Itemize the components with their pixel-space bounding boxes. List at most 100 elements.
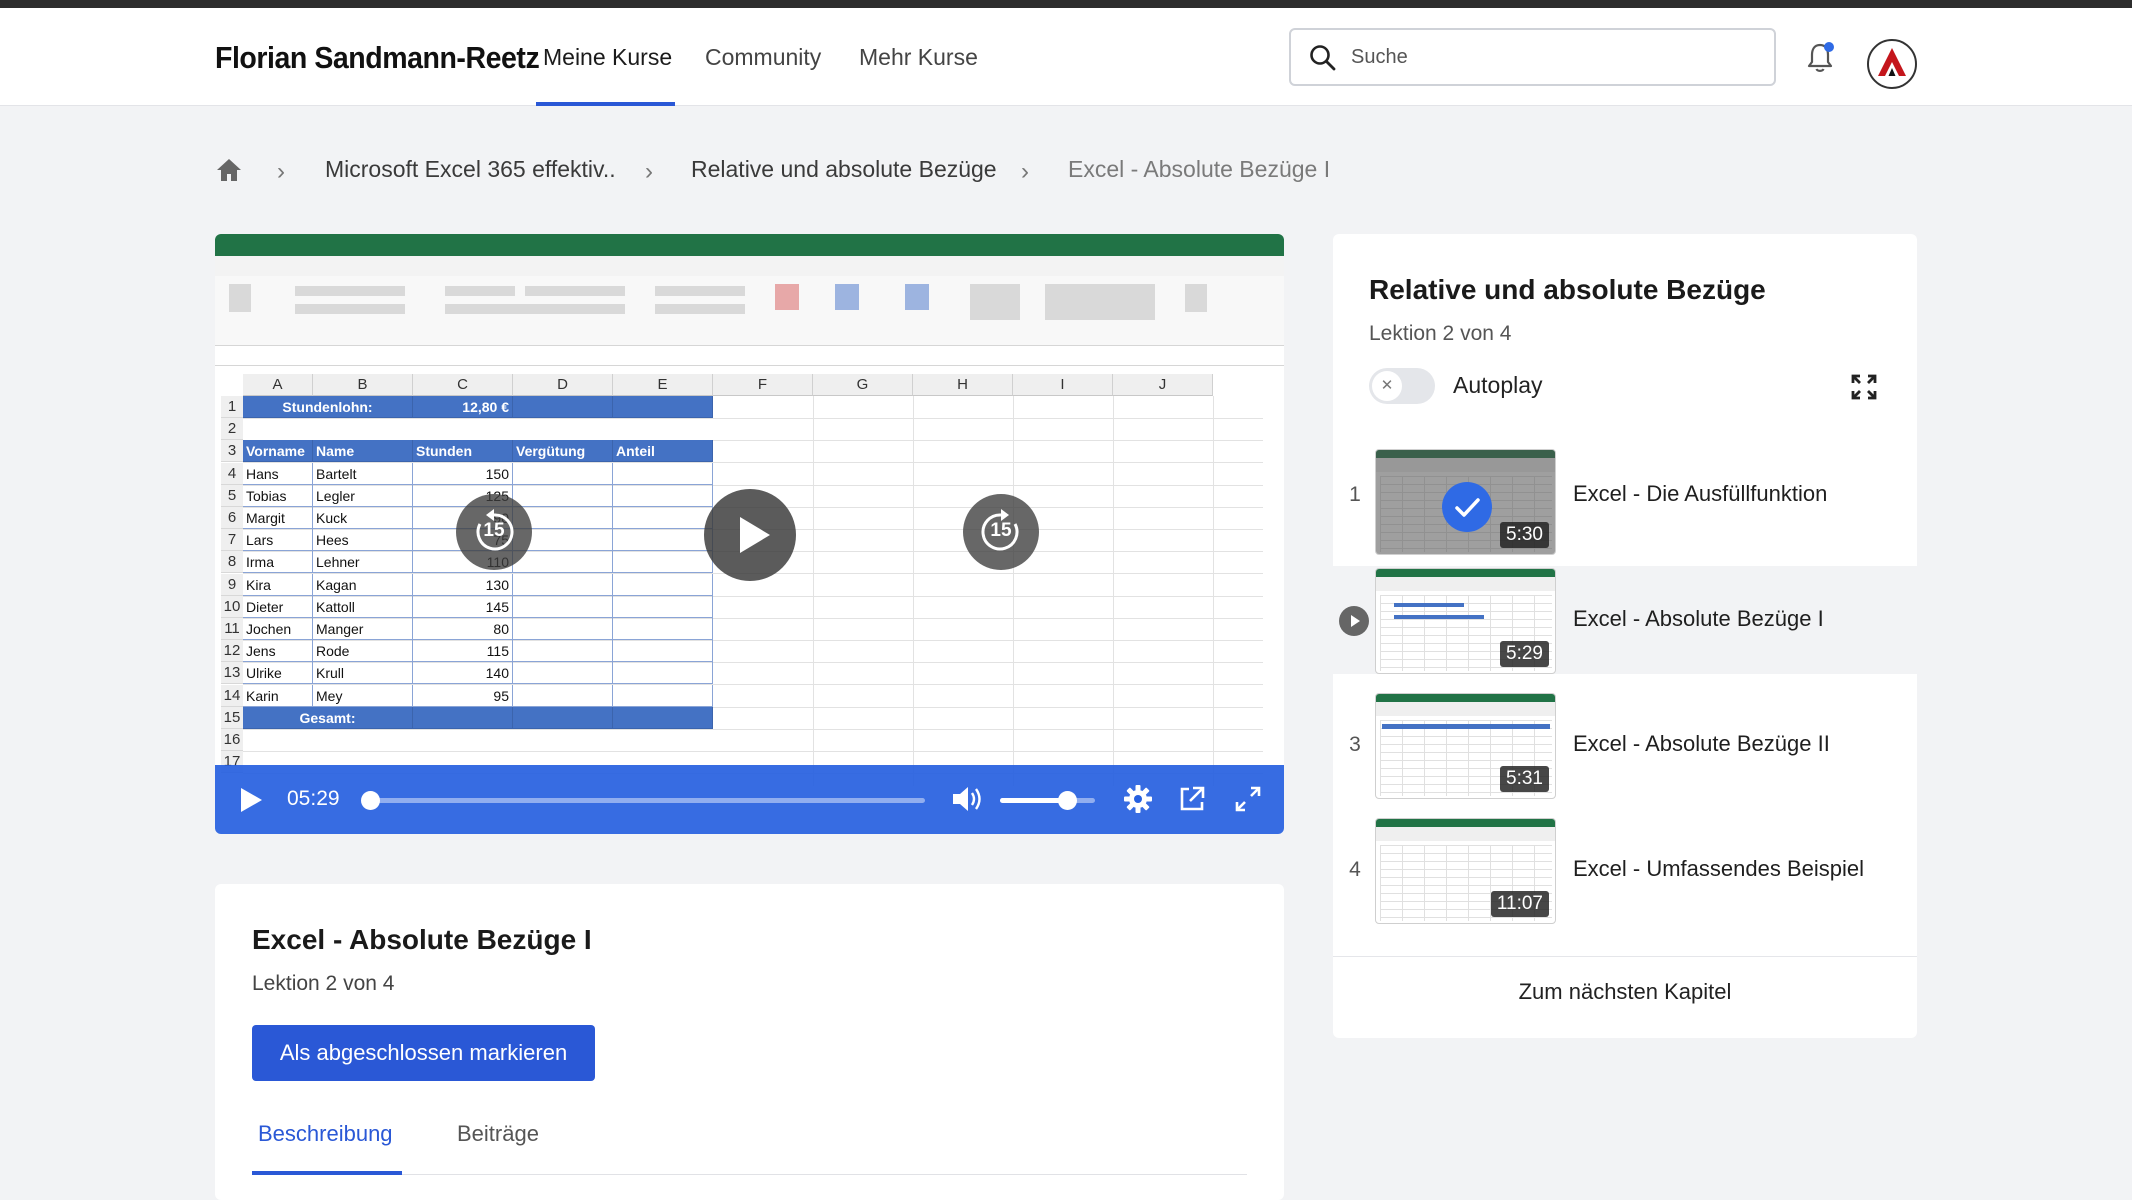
- row-header: 11: [221, 618, 243, 640]
- table-cell: Ulrike: [243, 662, 313, 685]
- notification-dot: [1824, 42, 1834, 52]
- column-header: I: [1013, 374, 1113, 396]
- column-header: C: [413, 374, 513, 396]
- gridline: [813, 396, 814, 786]
- gridline: [913, 396, 914, 786]
- lesson-progress-label: Lektion 2 von 4: [252, 972, 395, 995]
- home-icon[interactable]: [215, 156, 243, 184]
- skip-back-seconds: 15: [483, 520, 505, 541]
- expand-icon[interactable]: [1849, 372, 1879, 402]
- search-input[interactable]: [1351, 40, 1751, 74]
- table-cell: Kagan: [313, 573, 413, 596]
- row-header: 4: [221, 462, 243, 485]
- mark-complete-button[interactable]: Als abgeschlossen markieren: [252, 1025, 595, 1081]
- column-header: J: [1113, 374, 1213, 396]
- gridline: [243, 418, 1263, 419]
- tab-beitraege[interactable]: Beiträge: [457, 1121, 539, 1147]
- row-header: 16: [221, 729, 243, 751]
- tab-beschreibung[interactable]: Beschreibung: [258, 1121, 393, 1147]
- table-cell: [413, 706, 513, 729]
- volume-slider[interactable]: [1000, 791, 1095, 810]
- table-cell: [513, 573, 613, 596]
- now-playing-icon: [1339, 606, 1369, 636]
- lesson-item[interactable]: 1 5:30 Excel - Die Ausfüllfunktion: [1333, 441, 1917, 555]
- table-cell: 130: [413, 573, 513, 596]
- lesson-thumbnail: 5:29: [1375, 568, 1556, 674]
- autoplay-label: Autoplay: [1453, 372, 1543, 398]
- nav-community[interactable]: Community: [705, 44, 821, 71]
- table-cell: Krull: [313, 662, 413, 685]
- lesson-number: 3: [1349, 733, 1361, 756]
- table-header-cell: Anteil: [613, 440, 713, 463]
- close-icon: ✕: [1372, 371, 1402, 401]
- play-overlay-button[interactable]: [704, 489, 796, 581]
- volume-handle[interactable]: [1057, 791, 1077, 810]
- player-controls: 05:29: [215, 765, 1284, 834]
- play-icon[interactable]: [235, 785, 265, 815]
- chevron-right-icon: ›: [277, 158, 285, 185]
- search-box[interactable]: [1289, 28, 1776, 86]
- tab-active-indicator: [252, 1171, 402, 1175]
- chevron-right-icon: ›: [645, 158, 653, 185]
- table-cell: Mey: [313, 684, 413, 707]
- table-cell: [513, 662, 613, 685]
- row-header: 1: [221, 396, 243, 418]
- table-cell: [613, 706, 713, 729]
- breadcrumb-course[interactable]: Microsoft Excel 365 effektiv..: [325, 156, 616, 183]
- excel-titlebar: [215, 234, 1284, 256]
- progress-handle[interactable]: [361, 791, 380, 810]
- breadcrumb-chapter[interactable]: Relative und absolute Bezüge: [691, 156, 997, 183]
- nav-mehr-kurse[interactable]: Mehr Kurse: [859, 44, 978, 71]
- row-header: 3: [221, 440, 243, 463]
- column-header: E: [613, 374, 713, 396]
- lesson-duration: 5:29: [1500, 641, 1549, 667]
- avatar[interactable]: [1867, 39, 1917, 89]
- progress-bar[interactable]: [361, 791, 925, 810]
- nav-meine-kurse[interactable]: Meine Kurse: [543, 44, 672, 71]
- skip-forward-button[interactable]: 15: [963, 494, 1039, 570]
- table-cell: Rode: [313, 640, 413, 663]
- lesson-item[interactable]: 4 11:07 Excel - Umfassendes Beispiel: [1333, 816, 1917, 924]
- table-cell: Hans: [243, 462, 313, 485]
- table-cell: Jens: [243, 640, 313, 663]
- nav-active-indicator: [536, 102, 675, 106]
- table-cell: Kira: [243, 573, 313, 596]
- video-player[interactable]: A B C D E F G H I J 1 2 3 4 5 6 7 8 9 10 11 12 13 14 15 16 17 Stund…: [215, 234, 1284, 834]
- popout-icon[interactable]: [1177, 784, 1207, 814]
- volume-icon[interactable]: [950, 784, 984, 814]
- fullscreen-icon[interactable]: [1233, 784, 1263, 814]
- lesson-thumbnail: 11:07: [1375, 818, 1556, 924]
- brand-logo[interactable]: Florian Sandmann-Reetz: [215, 40, 540, 76]
- check-icon: [1442, 482, 1492, 532]
- table-cell: Legler: [313, 484, 413, 507]
- table-cell: [613, 529, 713, 552]
- skip-back-button[interactable]: 15: [456, 494, 532, 570]
- row-header: 7: [221, 529, 243, 552]
- gear-icon[interactable]: [1123, 784, 1153, 814]
- table-cell: Manger: [313, 618, 413, 640]
- current-time: 05:29: [287, 787, 340, 810]
- lesson-item-current[interactable]: 5:29 Excel - Absolute Bezüge I: [1333, 566, 1917, 674]
- autoplay-toggle[interactable]: ✕: [1369, 368, 1435, 404]
- table-cell: [613, 573, 713, 596]
- lesson-item[interactable]: 3 5:31 Excel - Absolute Bezüge II: [1333, 691, 1917, 799]
- chapter-title: Relative und absolute Bezüge: [1369, 274, 1766, 305]
- column-header: A: [243, 374, 313, 396]
- table-cell: [613, 551, 713, 574]
- volume-fill: [1000, 798, 1067, 803]
- table-cell: 145: [413, 595, 513, 618]
- row-header: 15: [221, 706, 243, 729]
- table-cell: 140: [413, 662, 513, 685]
- rate-label-cell: Stundenlohn:: [243, 396, 413, 418]
- excel-formula-bar: [215, 346, 1284, 366]
- next-chapter-button[interactable]: Zum nächsten Kapitel: [1333, 979, 1917, 1005]
- table-cell: 115: [413, 640, 513, 663]
- play-icon: [740, 517, 770, 553]
- lesson-number: 1: [1349, 483, 1361, 506]
- chevron-right-icon: ›: [1021, 158, 1029, 185]
- table-cell: [613, 618, 713, 640]
- lesson-title: Excel - Absolute Bezüge I: [252, 924, 592, 955]
- gridline: [243, 751, 1263, 752]
- row-header: 5: [221, 484, 243, 507]
- search-icon: [1310, 45, 1336, 71]
